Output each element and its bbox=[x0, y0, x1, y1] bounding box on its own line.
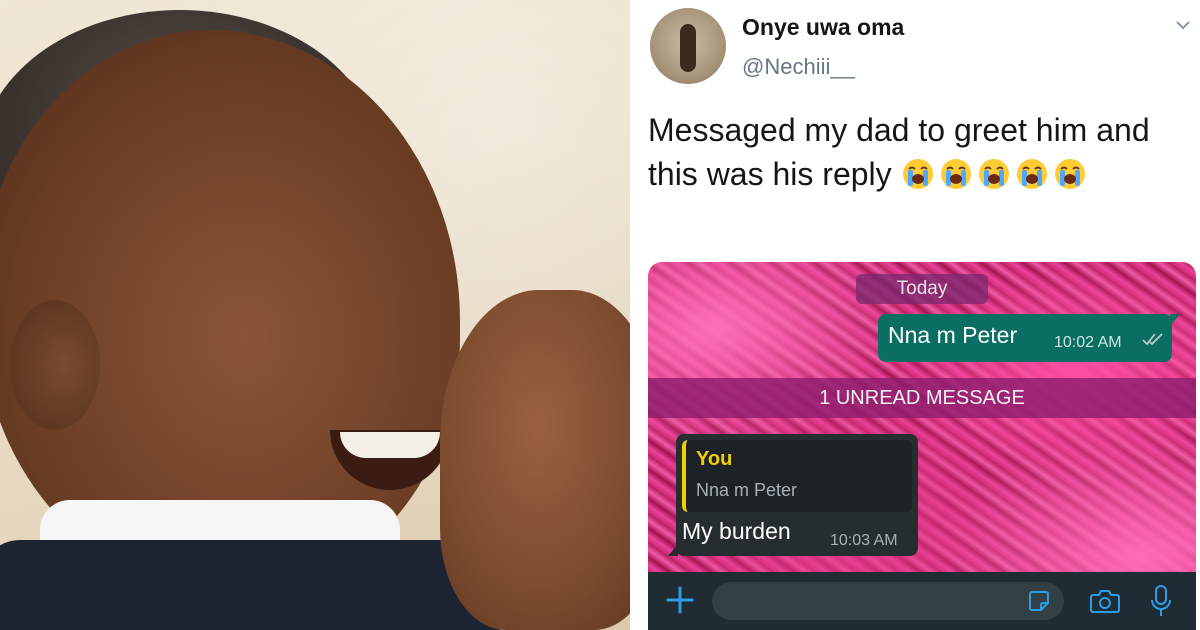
quoted-author: You bbox=[696, 448, 733, 470]
incoming-message-time: 10:03 AM bbox=[830, 532, 898, 549]
laughing-person-photo bbox=[0, 0, 630, 630]
loudly-crying-face-icon bbox=[1054, 159, 1085, 189]
tweet-text: Messaged my dad to greet him and this wa… bbox=[648, 108, 1188, 196]
loudly-crying-face-icon bbox=[940, 159, 971, 189]
display-name[interactable]: Onye uwa oma bbox=[742, 14, 904, 41]
photo-hand bbox=[440, 290, 630, 630]
sticker-icon[interactable] bbox=[1028, 590, 1050, 612]
unread-banner: 1 UNREAD MESSAGE bbox=[648, 378, 1196, 418]
date-chip: Today bbox=[856, 274, 988, 304]
avatar[interactable] bbox=[650, 8, 726, 84]
outgoing-message-bubble[interactable]: Nna m Peter 10:02 AM bbox=[878, 314, 1180, 362]
user-handle[interactable]: @Nechiii__ bbox=[742, 54, 855, 80]
loudly-crying-face-icon bbox=[902, 159, 933, 189]
photo-ear bbox=[10, 300, 100, 430]
crying-emoji-row bbox=[901, 156, 1091, 192]
chevron-down-icon[interactable] bbox=[1176, 18, 1190, 32]
incoming-message-bubble[interactable]: You Nna m Peter My burden 10:03 AM bbox=[668, 434, 918, 556]
tweet-card: Onye uwa oma @Nechiii__ Messaged my dad … bbox=[630, 0, 1200, 630]
outgoing-message-text: Nna m Peter bbox=[888, 322, 1018, 348]
plus-icon[interactable] bbox=[664, 584, 696, 616]
photo-suit bbox=[0, 540, 500, 630]
loudly-crying-face-icon bbox=[1016, 159, 1047, 189]
microphone-icon[interactable] bbox=[1150, 584, 1172, 618]
loudly-crying-face-icon bbox=[978, 159, 1009, 189]
quoted-text: Nna m Peter bbox=[696, 480, 798, 500]
outgoing-bubble-tail bbox=[1170, 314, 1180, 326]
outgoing-message-time: 10:02 AM bbox=[1054, 334, 1122, 351]
incoming-message-text: My burden bbox=[682, 518, 791, 544]
avatar-figure bbox=[680, 24, 696, 72]
message-input[interactable] bbox=[712, 582, 1064, 620]
chat-input-bar bbox=[648, 572, 1196, 630]
double-check-icon bbox=[1142, 333, 1163, 346]
chat-screenshot: Today Nna m Peter 10:02 AM 1 UNREAD MESS… bbox=[648, 262, 1196, 630]
camera-icon[interactable] bbox=[1090, 588, 1120, 614]
incoming-bubble-tail bbox=[668, 544, 678, 556]
photo-teeth bbox=[340, 432, 440, 458]
quoted-reply[interactable]: You Nna m Peter bbox=[682, 440, 912, 512]
